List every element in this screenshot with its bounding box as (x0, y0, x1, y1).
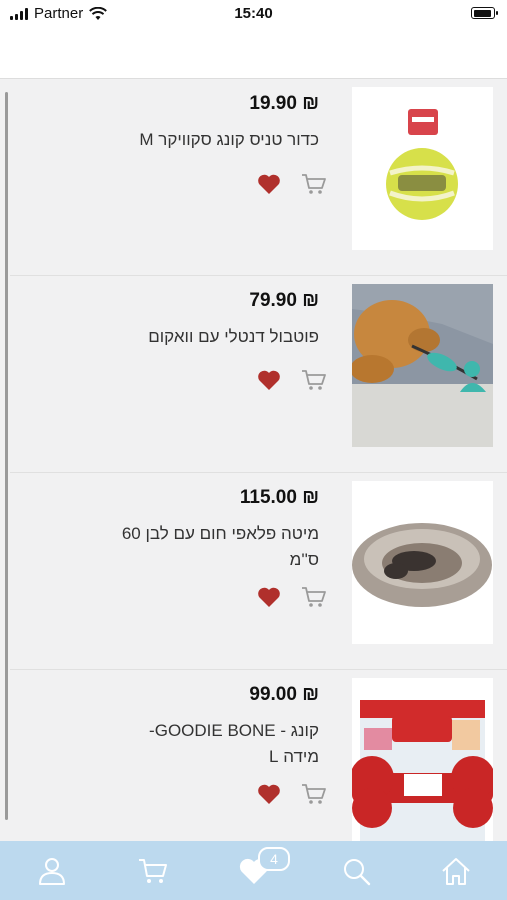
add-to-cart-icon[interactable] (301, 172, 327, 196)
product-title[interactable]: פוטבול דנטלי עם וואקום (119, 324, 319, 350)
add-to-cart-icon[interactable] (301, 782, 327, 806)
product-card[interactable]: 79.90 ₪ פוטבול דנטלי עם וואקום (10, 276, 507, 473)
profile-tab-icon[interactable] (36, 855, 68, 887)
product-card[interactable]: 99.00 ₪ קונג - GOODIE BONE- מידה L (10, 670, 507, 841)
product-image-tennis-ball[interactable] (352, 87, 493, 250)
product-title[interactable]: כדור טניס קונג סקוויקר M (119, 127, 319, 153)
product-image-goodie-bone[interactable] (352, 678, 493, 841)
product-price: 19.90 ₪ (249, 93, 319, 114)
product-image-fluffy-bed[interactable] (352, 481, 493, 644)
product-image-dental-football[interactable] (352, 284, 493, 447)
search-tab-icon[interactable] (340, 855, 372, 887)
favorite-heart-icon[interactable] (257, 173, 281, 195)
product-price: 99.00 ₪ (249, 684, 319, 705)
product-card[interactable]: 19.90 ₪ כדור טניס קונג סקוויקר M (10, 79, 507, 276)
battery-icon (471, 7, 498, 19)
favorites-count-badge: 4 (258, 847, 290, 871)
cart-tab-icon[interactable] (137, 855, 169, 887)
scrollbar[interactable] (5, 92, 8, 820)
favorite-heart-icon[interactable] (257, 586, 281, 608)
home-tab-icon[interactable] (440, 855, 472, 887)
product-price: 79.90 ₪ (249, 290, 319, 311)
product-card[interactable]: 115.00 ₪ מיטה פלאפי חום עם לבן 60 ס''מ (10, 473, 507, 670)
add-to-cart-icon[interactable] (301, 585, 327, 609)
product-price: 115.00 ₪ (239, 487, 319, 508)
add-to-cart-icon[interactable] (301, 368, 327, 392)
favorite-heart-icon[interactable] (257, 369, 281, 391)
product-title[interactable]: מיטה פלאפי חום עם לבן 60 ס''מ (119, 521, 319, 573)
status-time: 15:40 (234, 5, 273, 22)
favorite-heart-icon[interactable] (257, 783, 281, 805)
product-title[interactable]: קונג - GOODIE BONE- מידה L (119, 718, 319, 770)
product-list[interactable]: 19.90 ₪ כדור טניס קונג סקוויקר M 79.90 ₪… (0, 79, 507, 841)
status-bar: Partner 15:40 (0, 0, 507, 28)
bottom-tab-bar (0, 841, 507, 900)
header-area (0, 28, 507, 79)
